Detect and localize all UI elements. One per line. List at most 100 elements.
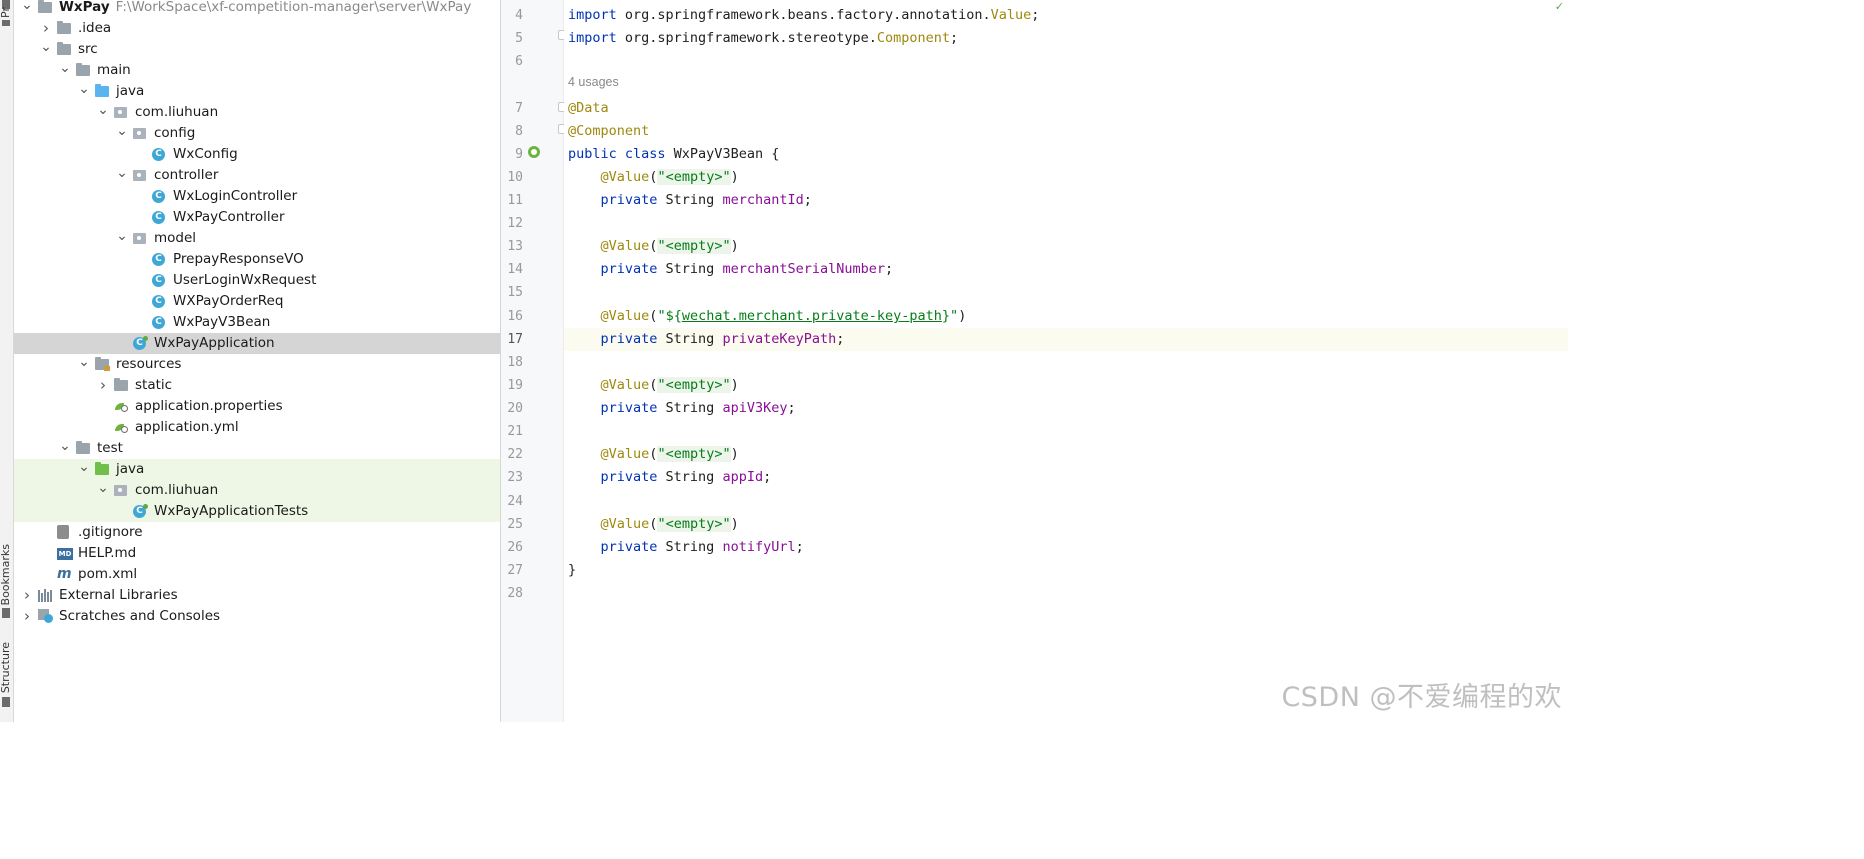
code-line[interactable]: }	[568, 559, 576, 582]
code-token: "<empty>"	[657, 516, 731, 532]
code-line[interactable]: private String appId;	[568, 466, 772, 489]
chevron-right-icon[interactable]: ›	[21, 606, 33, 627]
tree-node[interactable]: C WxPayController	[14, 207, 500, 228]
tree-node[interactable]: C WxPayApplicationTests	[14, 501, 500, 522]
tree-node[interactable]: C WxLoginController	[14, 186, 500, 207]
tree-node[interactable]: application.yml	[14, 417, 500, 438]
chevron-down-icon[interactable]: ⌄	[40, 39, 52, 60]
tree-node[interactable]: › Scratches and Consoles	[14, 606, 500, 627]
tree-node[interactable]: C PrepayResponseVO	[14, 249, 500, 270]
code-line[interactable]: @Data	[568, 97, 609, 120]
bookmarks-tool-tab[interactable]: Bookmarks	[0, 544, 12, 605]
code-token: ;	[763, 469, 772, 485]
line-number: 6	[515, 54, 523, 69]
chevron-down-icon[interactable]: ⌄	[21, 0, 33, 18]
tree-node[interactable]: ⌄ resources	[14, 354, 500, 375]
project-tool-tab[interactable]: Pr	[0, 0, 12, 18]
chevron-down-icon[interactable]: ⌄	[116, 123, 128, 144]
chevron-down-icon[interactable]: ⌄	[97, 480, 109, 501]
code-line[interactable]: @Value("<empty>")	[568, 166, 739, 189]
code-token: "<empty>"	[657, 238, 731, 254]
structure-tool-tab[interactable]: Structure	[0, 642, 12, 693]
code-line[interactable]: private String apiV3Key;	[568, 397, 796, 420]
line-number: 17	[507, 332, 523, 347]
code-token: org.springframework.beans.factory.annota…	[624, 7, 991, 23]
tree-node[interactable]: ⌄ java	[14, 81, 500, 102]
tree-node[interactable]: ⌄ config	[14, 123, 500, 144]
inspection-ok-icon[interactable]: ✓	[1555, 0, 1564, 13]
code-line[interactable]: @Value("<empty>")	[568, 513, 739, 536]
tree-node[interactable]: C UserLoginWxRequest	[14, 270, 500, 291]
tree-node[interactable]: ⌄ controller	[14, 165, 500, 186]
code-line[interactable]: @Value("<empty>")	[568, 443, 739, 466]
code-token: private	[600, 331, 666, 347]
code-line[interactable]: public class WxPayV3Bean {	[568, 143, 779, 166]
tree-node-label: java	[116, 81, 144, 102]
code-token: merchantId	[722, 192, 804, 208]
usages-hint[interactable]: 4 usages	[568, 75, 619, 89]
chevron-right-icon[interactable]: ›	[40, 18, 52, 39]
tree-node[interactable]: › .idea	[14, 18, 500, 39]
chevron-down-icon[interactable]: ⌄	[116, 228, 128, 249]
chevron-right-icon[interactable]: ›	[97, 375, 109, 396]
tree-node-label: .idea	[78, 18, 111, 39]
scratches-icon	[38, 609, 54, 623]
chevron-down-icon[interactable]: ⌄	[59, 60, 71, 81]
code-token: org.springframework.stereotype.	[624, 30, 877, 46]
editor-gutter: 4 5 6 7 8 9 10 11 12 13 14 15 16 17 18 19 20 21 22 23 24 25 26…	[501, 0, 568, 722]
code-line[interactable]: @Value("${wechat.merchant.private-key-pa…	[568, 305, 967, 328]
tree-node[interactable]: m pom.xml	[14, 564, 500, 585]
tree-node[interactable]: application.properties	[14, 396, 500, 417]
tree-node-text: WxPayApplication	[154, 335, 275, 351]
chevron-down-icon[interactable]: ⌄	[78, 354, 90, 375]
tree-node[interactable]: .gitignore	[14, 522, 500, 543]
code-token: String	[665, 192, 723, 208]
tree-node[interactable]: ⌄ com.liuhuan	[14, 480, 500, 501]
code-token: ;	[795, 539, 804, 555]
spring-bean-gutter-icon[interactable]	[528, 146, 542, 160]
chevron-down-icon[interactable]: ⌄	[59, 438, 71, 459]
code-line[interactable]: @Value("<empty>")	[568, 235, 739, 258]
chevron-down-icon[interactable]: ⌄	[116, 165, 128, 186]
line-number: 25	[507, 517, 523, 532]
tree-node[interactable]: MD HELP.md	[14, 543, 500, 564]
code-token: private	[600, 400, 666, 416]
code-line[interactable]: import org.springframework.beans.factory…	[568, 4, 1039, 27]
chevron-down-icon[interactable]: ⌄	[78, 459, 90, 480]
tree-node[interactable]: ⌄ java	[14, 459, 500, 480]
chevron-down-icon[interactable]: ⌄	[78, 81, 90, 102]
spring-config-icon	[114, 400, 129, 413]
tree-node-label: model	[154, 228, 196, 249]
tree-node[interactable]: › External Libraries	[14, 585, 500, 606]
chevron-down-icon[interactable]: ⌄	[97, 102, 109, 123]
code-editor[interactable]: 4 usages ✓ import org.springframework.be…	[564, 0, 1568, 722]
tree-node[interactable]: ⌄ main	[14, 60, 500, 81]
code-line[interactable]: @Component	[568, 120, 649, 143]
tree-node-text: WXPayOrderReq	[173, 293, 284, 309]
tree-node[interactable]: C WxPayV3Bean	[14, 312, 500, 333]
code-line[interactable]: private String privateKeyPath;	[568, 328, 845, 351]
tree-node-text: config	[154, 125, 196, 141]
tree-node[interactable]: ⌄ src	[14, 39, 500, 60]
code-line[interactable]: private String merchantSerialNumber;	[568, 258, 894, 281]
code-token: Component	[876, 30, 951, 46]
code-token: ;	[950, 30, 959, 46]
resources-folder-icon	[95, 357, 110, 371]
code-line[interactable]: @Value("<empty>")	[568, 374, 739, 397]
code-token: appId	[722, 469, 764, 485]
tree-node[interactable]: C WxConfig	[14, 144, 500, 165]
code-line[interactable]: private String notifyUrl;	[568, 536, 804, 559]
code-line[interactable]: import org.springframework.stereotype.Co…	[568, 27, 958, 50]
tree-node[interactable]: ⌄ test	[14, 438, 500, 459]
chevron-right-icon[interactable]: ›	[21, 585, 33, 606]
code-line[interactable]: private String merchantId;	[568, 189, 812, 212]
tree-node[interactable]: ⌄ com.liuhuan	[14, 102, 500, 123]
tree-node-text: pom.xml	[78, 566, 138, 582]
tree-node[interactable]: › static	[14, 375, 500, 396]
line-number: 4	[515, 8, 523, 23]
tree-node[interactable]: C WxPayApplication	[14, 333, 500, 354]
tree-node[interactable]: C WXPayOrderReq	[14, 291, 500, 312]
tree-node[interactable]: ⌄ model	[14, 228, 500, 249]
tree-node[interactable]: ⌄ WxPay F:\WorkSpace\xf-competition-manage…	[14, 0, 500, 18]
code-token: wechat.merchant.private-key-path	[681, 308, 942, 324]
